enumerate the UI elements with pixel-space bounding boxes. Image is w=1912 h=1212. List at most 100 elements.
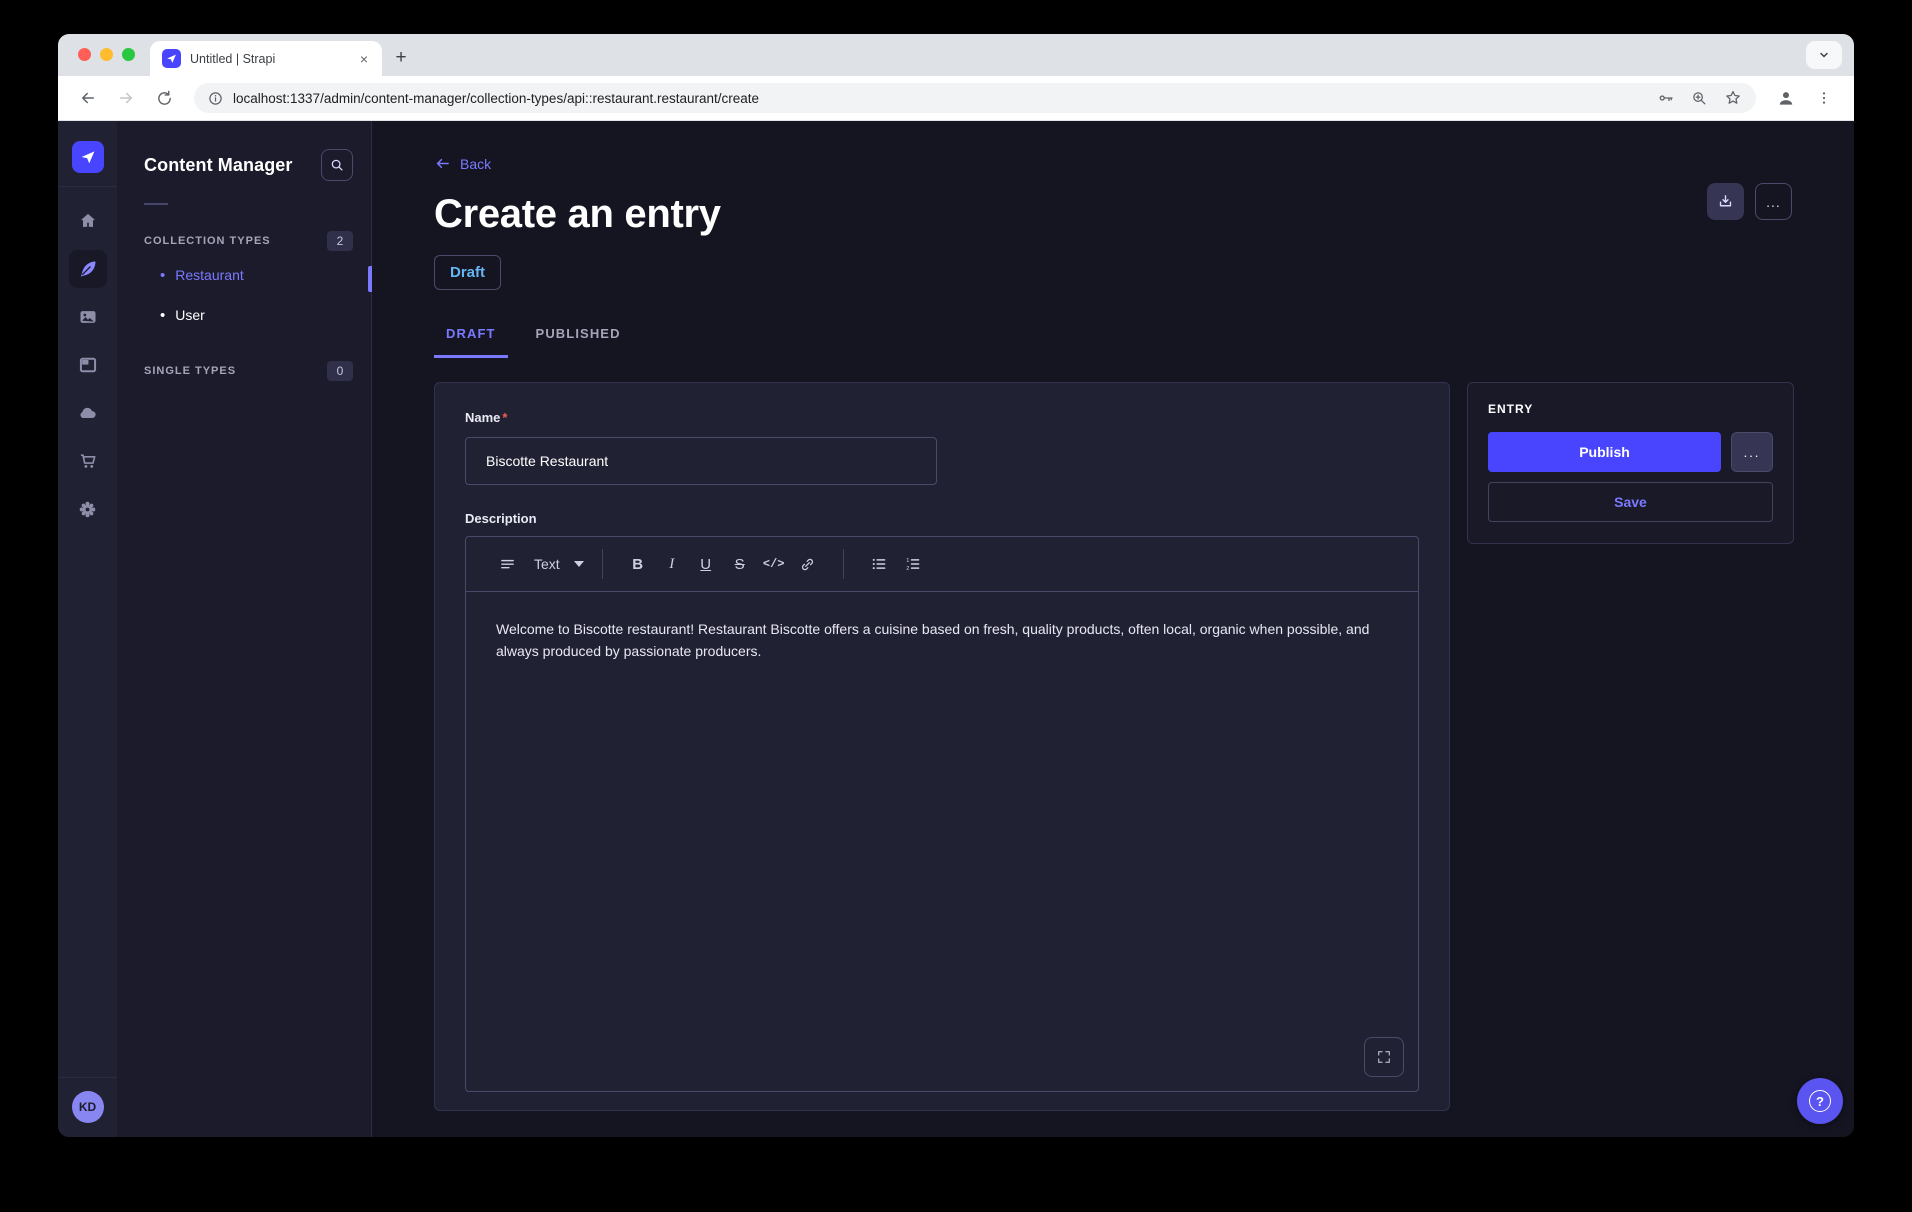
nav-media-library-button[interactable] xyxy=(64,293,112,341)
strikethrough-button[interactable]: S xyxy=(723,547,757,581)
block-type-label: Text xyxy=(534,556,560,572)
section-label: SINGLE TYPES xyxy=(144,365,236,377)
tab-draft[interactable]: DRAFT xyxy=(434,326,508,358)
layout-icon xyxy=(78,355,98,375)
help-button[interactable]: ? xyxy=(1797,1078,1843,1124)
bold-button[interactable]: B xyxy=(621,547,655,581)
section-label: COLLECTION TYPES xyxy=(144,235,271,247)
nav-marketplace-button[interactable] xyxy=(64,437,112,485)
bullet-list-icon xyxy=(870,555,888,573)
rich-text-editor: Text B I U S </> xyxy=(465,536,1419,1092)
save-button[interactable]: Save xyxy=(1488,482,1773,522)
home-icon xyxy=(78,211,98,231)
nav-settings-button[interactable] xyxy=(64,485,112,533)
feather-icon xyxy=(78,259,98,279)
main-nav-rail: KD xyxy=(58,121,117,1137)
strapi-logo-icon xyxy=(80,149,96,165)
svg-text:2: 2 xyxy=(906,566,909,572)
tab-close-icon[interactable]: × xyxy=(356,50,372,68)
strapi-logo[interactable] xyxy=(72,141,104,173)
sidebar-item-restaurant[interactable]: • Restaurant xyxy=(144,255,353,295)
rail-divider xyxy=(58,186,117,187)
italic-button[interactable]: I xyxy=(655,547,689,581)
window-controls xyxy=(78,48,135,61)
browser-tab[interactable]: Untitled | Strapi × xyxy=(150,41,382,76)
bullet-list-button[interactable] xyxy=(862,547,896,581)
tab-title: Untitled | Strapi xyxy=(190,52,347,66)
url-text: localhost:1337/admin/content-manager/col… xyxy=(233,91,1647,106)
shopping-cart-icon xyxy=(78,451,98,471)
expand-editor-button[interactable] xyxy=(1364,1037,1404,1077)
active-nav-highlight xyxy=(69,250,107,288)
code-button[interactable]: </> xyxy=(757,547,791,581)
address-bar[interactable]: localhost:1337/admin/content-manager/col… xyxy=(194,83,1756,113)
export-button[interactable] xyxy=(1707,183,1744,220)
tab-search-button[interactable] xyxy=(1806,41,1842,69)
entry-form-card: Name* Description Text xyxy=(434,382,1450,1111)
window-fullscreen-button[interactable] xyxy=(122,48,135,61)
entry-panel-title: ENTRY xyxy=(1488,402,1773,416)
svg-text:1: 1 xyxy=(906,558,909,564)
subnav-divider xyxy=(144,203,168,205)
nav-cloud-button[interactable] xyxy=(64,389,112,437)
entry-more-button[interactable]: ... xyxy=(1731,432,1773,472)
forward-nav-icon[interactable] xyxy=(110,82,142,114)
publish-button[interactable]: Publish xyxy=(1488,432,1721,472)
block-type-dropdown[interactable]: Text xyxy=(534,556,584,572)
window-minimize-button[interactable] xyxy=(100,48,113,61)
cloud-icon xyxy=(77,402,99,424)
paragraph-style-icon[interactable] xyxy=(490,547,524,581)
underline-button[interactable]: U xyxy=(689,547,723,581)
images-icon xyxy=(78,307,98,327)
tab-published[interactable]: PUBLISHED xyxy=(524,326,633,358)
user-avatar[interactable]: KD xyxy=(72,1091,104,1123)
strapi-admin-app: KD Content Manager COLLECTION TYPES 2 • … xyxy=(58,121,1854,1137)
new-tab-button[interactable]: + xyxy=(388,45,414,71)
sidebar-item-label: Restaurant xyxy=(175,267,243,283)
nav-home-button[interactable] xyxy=(64,197,112,245)
status-badge: Draft xyxy=(434,255,501,290)
single-types-count-badge: 0 xyxy=(327,361,353,381)
numbered-list-icon: 12 xyxy=(904,555,922,573)
browser-window: Untitled | Strapi × + localhost:1337/adm… xyxy=(58,34,1854,1137)
bullet-icon: • xyxy=(160,308,165,323)
header-more-button[interactable]: ... xyxy=(1755,183,1792,220)
name-input[interactable] xyxy=(465,437,937,485)
arrow-left-icon xyxy=(434,155,451,172)
back-label: Back xyxy=(460,156,491,172)
link-button[interactable] xyxy=(791,547,825,581)
chevron-down-icon xyxy=(1818,49,1830,61)
strapi-favicon-icon xyxy=(162,49,181,68)
back-link[interactable]: Back xyxy=(434,155,491,172)
collection-types-count-badge: 2 xyxy=(327,231,353,251)
reload-icon[interactable] xyxy=(148,82,180,114)
name-field-label: Name* xyxy=(465,410,507,425)
header-actions: ... xyxy=(1707,183,1792,220)
nav-content-manager-button[interactable] xyxy=(64,245,112,293)
browser-tab-strip: Untitled | Strapi × + xyxy=(58,34,1854,76)
numbered-list-button[interactable]: 12 xyxy=(896,547,930,581)
page-title: Create an entry xyxy=(434,192,1795,237)
sidebar-item-user[interactable]: • User xyxy=(144,295,353,335)
bullet-icon: • xyxy=(160,268,165,283)
back-nav-icon[interactable] xyxy=(72,82,104,114)
bookmark-star-icon[interactable] xyxy=(1724,89,1742,107)
window-close-button[interactable] xyxy=(78,48,91,61)
zoom-icon[interactable] xyxy=(1691,90,1708,107)
required-mark: * xyxy=(502,410,507,425)
editor-content[interactable]: Welcome to Biscotte restaurant! Restaura… xyxy=(466,592,1418,688)
browser-profile-icon[interactable] xyxy=(1770,82,1802,114)
password-key-icon[interactable] xyxy=(1657,89,1675,107)
browser-menu-icon[interactable] xyxy=(1808,82,1840,114)
site-info-icon[interactable] xyxy=(208,91,223,106)
link-icon xyxy=(799,556,816,573)
collection-types-section-header: COLLECTION TYPES 2 xyxy=(144,231,353,251)
fullscreen-icon xyxy=(1376,1049,1392,1065)
single-types-section-header: SINGLE TYPES 0 xyxy=(144,361,353,381)
version-tabs: DRAFT PUBLISHED xyxy=(434,326,1795,358)
nav-content-type-builder-button[interactable] xyxy=(64,341,112,389)
download-icon xyxy=(1717,193,1734,210)
search-button[interactable] xyxy=(321,149,353,181)
description-field-label: Description xyxy=(465,511,1419,526)
toolbar-separator xyxy=(602,549,603,579)
